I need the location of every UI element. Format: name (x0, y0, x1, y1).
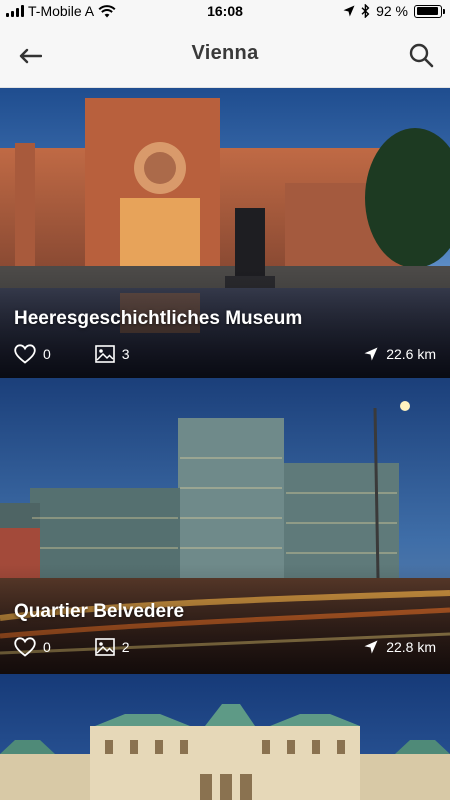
search-icon (409, 43, 434, 68)
location-arrow-icon (343, 5, 355, 17)
image-icon (94, 638, 115, 656)
navigation-arrow-icon (364, 640, 378, 654)
place-meta: 0 3 22.6 km (14, 344, 436, 364)
photo-count-value: 2 (121, 639, 130, 655)
photo-count-value: 3 (121, 346, 130, 362)
bluetooth-icon (361, 4, 370, 18)
distance: 22.8 km (364, 639, 436, 655)
navigation-arrow-icon (364, 347, 378, 361)
place-title: Heeresgeschichtliches Museum (14, 308, 303, 329)
heart-icon (14, 344, 36, 364)
distance-value: 22.6 km (386, 346, 436, 362)
place-card[interactable] (0, 674, 450, 800)
like-count[interactable]: 0 (14, 637, 51, 657)
image-icon (94, 345, 115, 363)
battery-percent: 92 % (376, 3, 408, 19)
like-count-value: 0 (43, 346, 51, 362)
app-header: Vienna (0, 22, 450, 88)
status-right: 92 % (343, 3, 445, 19)
distance-value: 22.8 km (386, 639, 436, 655)
place-card[interactable]: Quartier Belvedere 0 2 22.8 km (0, 378, 450, 674)
photo-count: 3 (94, 345, 130, 363)
battery-icon (414, 4, 445, 18)
photo-count: 2 (94, 638, 130, 656)
like-count[interactable]: 0 (14, 344, 51, 364)
heart-icon (14, 637, 36, 657)
distance: 22.6 km (364, 346, 436, 362)
place-card[interactable]: Heeresgeschichtliches Museum 0 3 22.6 km (0, 88, 450, 378)
status-bar: T-Mobile A 16:08 92 % (0, 0, 450, 22)
search-button[interactable] (406, 40, 436, 70)
like-count-value: 0 (43, 639, 51, 655)
place-title: Quartier Belvedere (14, 601, 185, 622)
place-meta: 0 2 22.8 km (14, 637, 436, 657)
page-title: Vienna (191, 42, 259, 64)
place-photo (0, 674, 450, 800)
battery-fill (416, 7, 438, 15)
